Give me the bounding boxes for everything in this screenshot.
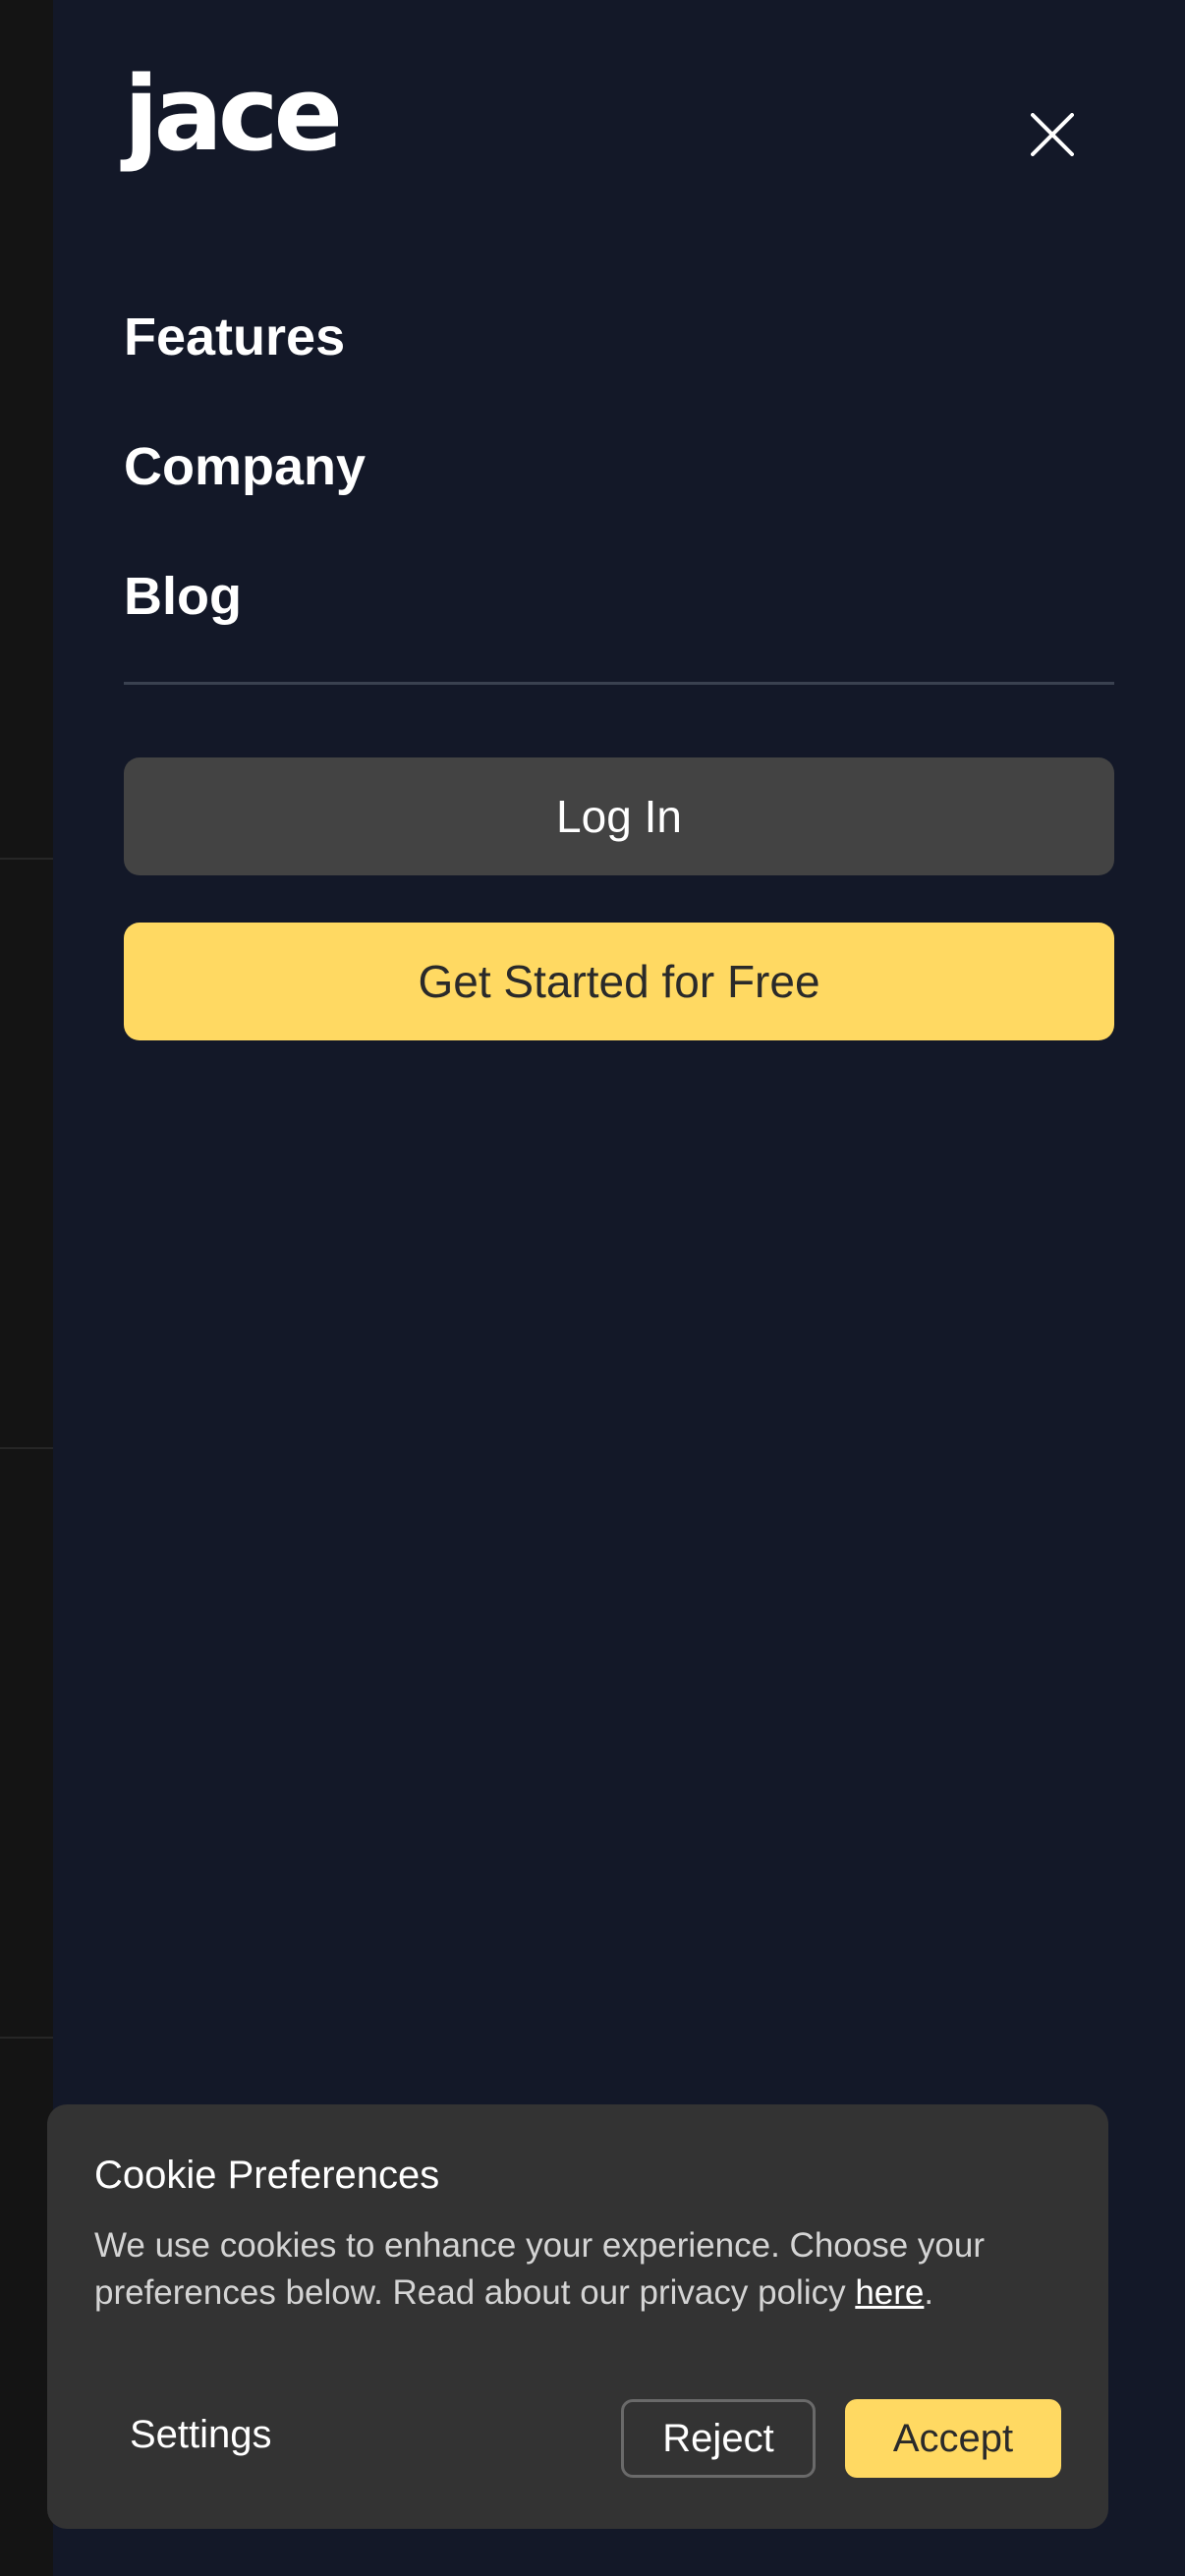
- cookie-description-end: .: [924, 2273, 934, 2312]
- privacy-policy-link[interactable]: here: [855, 2273, 924, 2312]
- cookie-description: We use cookies to enhance your experienc…: [94, 2222, 1057, 2317]
- brand-logo[interactable]: jace: [124, 63, 343, 165]
- backdrop-divider: [0, 2037, 53, 2039]
- menu-divider: [124, 682, 1114, 685]
- cookie-title: Cookie Preferences: [94, 2154, 440, 2197]
- cookie-description-text: We use cookies to enhance your experienc…: [94, 2226, 986, 2312]
- backdrop-divider: [0, 1447, 53, 1449]
- cookie-banner: Cookie Preferences We use cookies to enh…: [47, 2104, 1108, 2529]
- backdrop-divider: [0, 858, 53, 860]
- nav-item-features[interactable]: Features: [124, 310, 345, 364]
- cookie-reject-button[interactable]: Reject: [621, 2399, 816, 2478]
- close-icon: [1031, 113, 1074, 156]
- cookie-accept-button[interactable]: Accept: [845, 2399, 1061, 2478]
- login-button[interactable]: Log In: [124, 757, 1114, 875]
- nav-item-company[interactable]: Company: [124, 440, 366, 493]
- nav-item-blog[interactable]: Blog: [124, 570, 242, 623]
- close-menu-button[interactable]: [1008, 90, 1097, 179]
- cookie-settings-button[interactable]: Settings: [130, 2415, 272, 2454]
- get-started-button[interactable]: Get Started for Free: [124, 923, 1114, 1040]
- page-backdrop[interactable]: [0, 0, 53, 2576]
